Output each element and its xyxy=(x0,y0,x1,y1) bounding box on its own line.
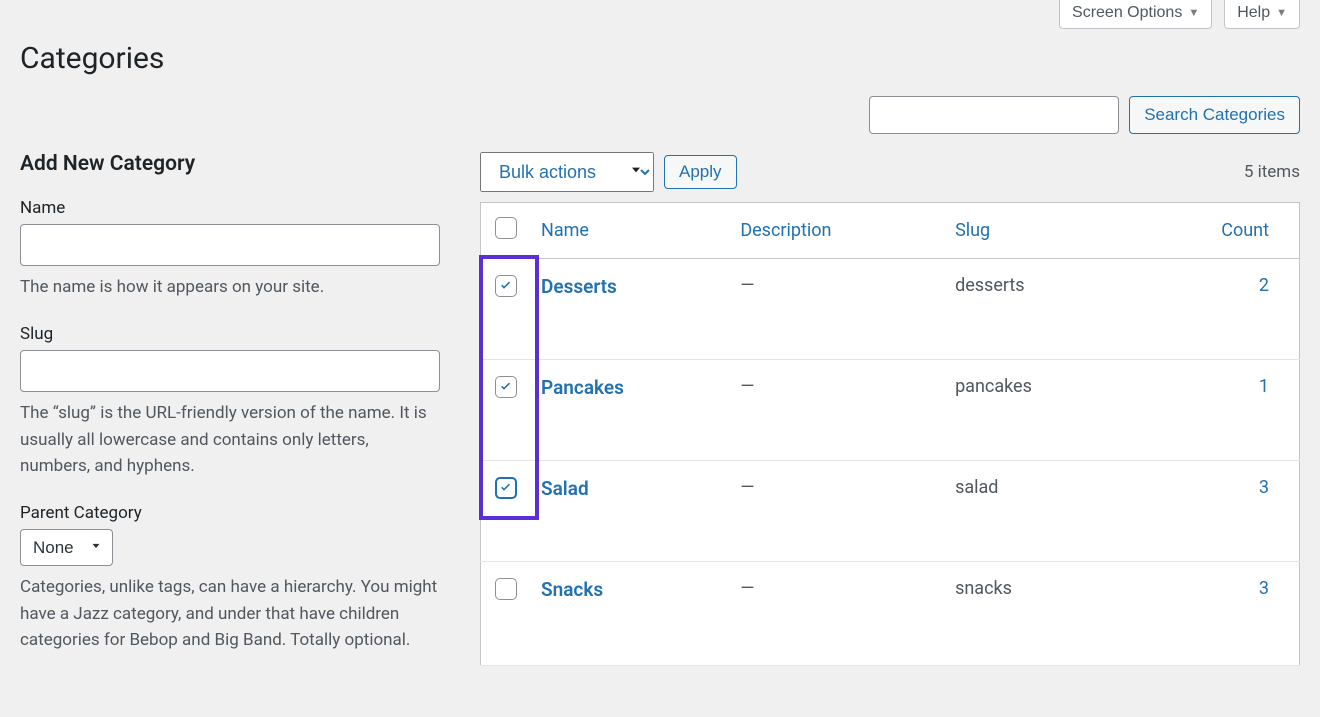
col-count[interactable]: Count xyxy=(1131,203,1299,259)
table-row: Desserts —desserts 2 xyxy=(481,259,1300,360)
table-row: Salad —salad 3 xyxy=(481,461,1300,562)
screen-options-button[interactable]: Screen Options ▼ xyxy=(1059,0,1212,29)
table-row: Pancakes —pancakes 1 xyxy=(481,360,1300,461)
category-name-link[interactable]: Pancakes xyxy=(541,376,624,399)
col-name[interactable]: Name xyxy=(529,203,728,259)
row-checkbox[interactable] xyxy=(495,477,517,499)
category-name-link[interactable]: Desserts xyxy=(541,275,617,298)
category-count-link[interactable]: 1 xyxy=(1259,376,1269,397)
screen-options-label: Screen Options xyxy=(1072,4,1182,22)
parent-help: Categories, unlike tags, can have a hier… xyxy=(20,574,440,653)
category-description: — xyxy=(728,461,943,562)
category-description: — xyxy=(728,360,943,461)
apply-button[interactable]: Apply xyxy=(664,155,737,189)
category-slug: snacks xyxy=(943,562,1131,666)
search-input[interactable] xyxy=(869,96,1119,134)
category-count-link[interactable]: 3 xyxy=(1259,578,1269,599)
add-new-heading: Add New Category xyxy=(20,152,440,176)
col-slug[interactable]: Slug xyxy=(943,203,1131,259)
slug-help: The “slug” is the URL-friendly version o… xyxy=(20,400,440,479)
select-all-checkbox[interactable] xyxy=(495,217,517,239)
triangle-down-icon: ▼ xyxy=(1188,7,1199,19)
category-description: — xyxy=(728,259,943,360)
help-label: Help xyxy=(1237,4,1270,22)
row-checkbox[interactable] xyxy=(495,275,517,297)
category-count-link[interactable]: 3 xyxy=(1259,477,1269,498)
name-input[interactable] xyxy=(20,224,440,266)
category-slug: desserts xyxy=(943,259,1131,360)
slug-input[interactable] xyxy=(20,350,440,392)
bulk-actions-select[interactable]: Bulk actions xyxy=(480,152,654,192)
slug-label: Slug xyxy=(20,324,440,344)
category-slug: pancakes xyxy=(943,360,1131,461)
category-name-link[interactable]: Salad xyxy=(541,477,589,500)
parent-select[interactable]: None xyxy=(20,529,113,566)
row-checkbox[interactable] xyxy=(495,578,517,600)
name-help: The name is how it appears on your site. xyxy=(20,274,440,300)
category-description: — xyxy=(728,562,943,666)
triangle-down-icon: ▼ xyxy=(1276,7,1287,19)
category-slug: salad xyxy=(943,461,1131,562)
search-categories-button[interactable]: Search Categories xyxy=(1129,96,1300,134)
help-button[interactable]: Help ▼ xyxy=(1224,0,1300,29)
row-checkbox[interactable] xyxy=(495,376,517,398)
category-name-link[interactable]: Snacks xyxy=(541,578,603,601)
category-count-link[interactable]: 2 xyxy=(1259,275,1269,296)
parent-label: Parent Category xyxy=(20,503,440,523)
categories-table: Name Description Slug Count Desserts—des… xyxy=(480,202,1300,666)
page-title: Categories xyxy=(20,41,1300,76)
items-count: 5 items xyxy=(1244,162,1300,182)
name-label: Name xyxy=(20,198,440,218)
table-row: Snacks —snacks 3 xyxy=(481,562,1300,666)
col-description[interactable]: Description xyxy=(728,203,943,259)
